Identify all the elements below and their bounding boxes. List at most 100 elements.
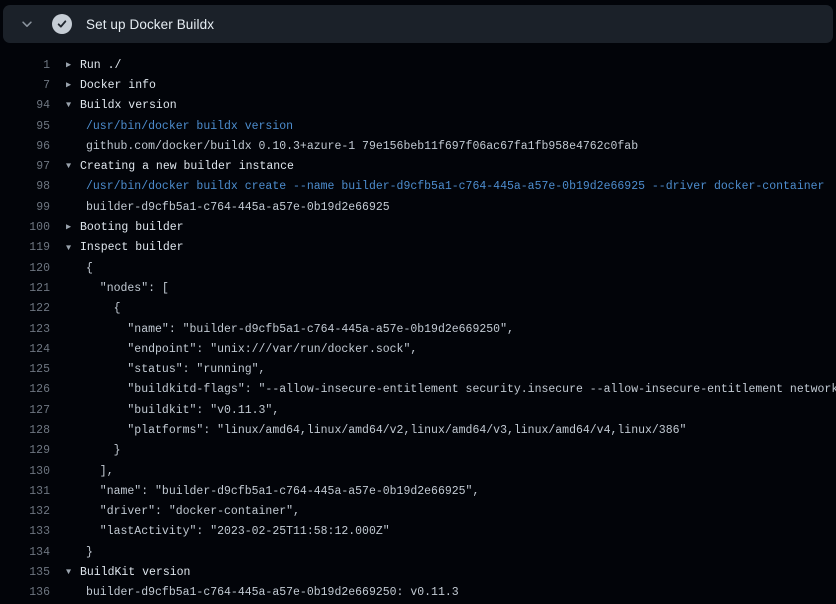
line-number[interactable]: 97 (0, 160, 50, 173)
log-group-header[interactable]: ▼Inspect builder (66, 241, 184, 254)
log-text: "buildkitd-flags": "--allow-insecure-ent… (86, 383, 836, 396)
log-content: "name": "builder-d9cfb5a1-c764-445a-a57e… (66, 323, 514, 336)
log-line: 132 "driver": "docker-container", (0, 502, 836, 522)
line-number[interactable]: 124 (0, 343, 50, 356)
log-text: "nodes": [ (86, 282, 169, 295)
log-content: "buildkitd-flags": "--allow-insecure-ent… (66, 383, 836, 396)
line-number[interactable]: 1 (0, 59, 50, 72)
log-line: 123 "name": "builder-d9cfb5a1-c764-445a-… (0, 319, 836, 339)
log-line: 98/usr/bin/docker buildx create --name b… (0, 177, 836, 197)
log-line: 99 builder-d9cfb5a1-c764-445a-a57e-0b19d2… (0, 197, 836, 217)
line-number[interactable]: 119 (0, 241, 50, 254)
command-text: /usr/bin/docker buildx version (86, 120, 293, 133)
line-number[interactable]: 133 (0, 525, 50, 538)
log-content: "endpoint": "unix:///var/run/docker.sock… (66, 343, 417, 356)
line-number[interactable]: 98 (0, 180, 50, 193)
log-line: 96 github.com/docker/buildx 0.10.3+azure-… (0, 136, 836, 156)
line-number[interactable]: 7 (0, 79, 50, 92)
log-group-header[interactable]: ▶Booting builder (66, 221, 184, 234)
log-group-header[interactable]: ▶Docker info (66, 79, 156, 92)
chevron-expanded-icon[interactable]: ▼ (66, 568, 80, 577)
line-number[interactable]: 121 (0, 282, 50, 295)
log-line: 126 "buildkitd-flags": "--allow-insecure… (0, 380, 836, 400)
line-number[interactable]: 130 (0, 465, 50, 478)
line-number[interactable]: 95 (0, 120, 50, 133)
log-line: 128 "platforms": "linux/amd64,linux/amd6… (0, 420, 836, 440)
line-number[interactable]: 135 (0, 566, 50, 579)
chevron-expanded-icon[interactable]: ▼ (66, 101, 80, 110)
line-number[interactable]: 127 (0, 404, 50, 417)
log-text: "name": "builder-d9cfb5a1-c764-445a-a57e… (86, 323, 514, 336)
chevron-down-icon[interactable] (19, 16, 35, 32)
log-line: 134} (0, 542, 836, 562)
log-line: 121 "nodes": [ (0, 278, 836, 298)
line-number[interactable]: 131 (0, 485, 50, 498)
line-number[interactable]: 122 (0, 302, 50, 315)
log-group-header[interactable]: ▼Creating a new builder instance (66, 160, 294, 173)
log-group-header[interactable]: ▼BuildKit version (66, 566, 190, 579)
log-group-header[interactable]: ▶Run ./ (66, 59, 121, 72)
step-title: Set up Docker Buildx (86, 17, 214, 32)
chevron-collapsed-icon[interactable]: ▶ (66, 81, 80, 90)
log-text: "buildkit": "v0.11.3", (86, 404, 279, 417)
group-title[interactable]: Inspect builder (80, 241, 184, 254)
log-text: "platforms": "linux/amd64,linux/amd64/v2… (86, 424, 686, 437)
chevron-expanded-icon[interactable]: ▼ (66, 244, 80, 253)
log-line: 125 "status": "running", (0, 359, 836, 379)
log-content: { (66, 302, 121, 315)
line-number[interactable]: 94 (0, 99, 50, 112)
status-check-icon (52, 14, 72, 34)
command-text: /usr/bin/docker buildx create --name bui… (86, 180, 824, 193)
log-content: { (66, 262, 93, 275)
log-text: { (86, 262, 93, 275)
group-title[interactable]: Buildx version (80, 99, 177, 112)
log-content: } (66, 546, 93, 559)
line-number[interactable]: 128 (0, 424, 50, 437)
log-line: 131 "name": "builder-d9cfb5a1-c764-445a-… (0, 481, 836, 501)
log-line: 95/usr/bin/docker buildx version (0, 116, 836, 136)
line-number[interactable]: 129 (0, 444, 50, 457)
group-title[interactable]: Run ./ (80, 59, 121, 72)
chevron-collapsed-icon[interactable]: ▶ (66, 223, 80, 232)
line-number[interactable]: 136 (0, 586, 50, 599)
group-title[interactable]: Booting builder (80, 221, 184, 234)
chevron-expanded-icon[interactable]: ▼ (66, 162, 80, 171)
log-text: github.com/docker/buildx 0.10.3+azure-1 … (86, 140, 638, 153)
line-number[interactable]: 100 (0, 221, 50, 234)
log-text: "endpoint": "unix:///var/run/docker.sock… (86, 343, 417, 356)
line-number[interactable]: 126 (0, 383, 50, 396)
line-number[interactable]: 123 (0, 323, 50, 336)
log-content: "driver": "docker-container", (66, 505, 300, 518)
line-number[interactable]: 120 (0, 262, 50, 275)
log-content: /usr/bin/docker buildx create --name bui… (66, 180, 824, 193)
log-line: 129 } (0, 441, 836, 461)
line-number[interactable]: 96 (0, 140, 50, 153)
line-number[interactable]: 132 (0, 505, 50, 518)
log-text: ], (86, 465, 114, 478)
log-line: 124 "endpoint": "unix:///var/run/docker.… (0, 339, 836, 359)
group-title[interactable]: Docker info (80, 79, 156, 92)
log-text: } (86, 546, 93, 559)
log-text: builder-d9cfb5a1-c764-445a-a57e-0b19d2e6… (86, 201, 390, 214)
log-content: ], (66, 465, 114, 478)
log-content: "platforms": "linux/amd64,linux/amd64/v2… (66, 424, 686, 437)
group-title[interactable]: BuildKit version (80, 566, 190, 579)
log-content: /usr/bin/docker buildx version (66, 120, 293, 133)
line-number[interactable]: 99 (0, 201, 50, 214)
chevron-collapsed-icon[interactable]: ▶ (66, 61, 80, 70)
log-content: "name": "builder-d9cfb5a1-c764-445a-a57e… (66, 485, 479, 498)
log-text: "name": "builder-d9cfb5a1-c764-445a-a57e… (86, 485, 479, 498)
group-title[interactable]: Creating a new builder instance (80, 160, 294, 173)
step-header[interactable]: Set up Docker Buildx (3, 5, 833, 43)
log-content: github.com/docker/buildx 0.10.3+azure-1 … (66, 140, 638, 153)
log-content: "lastActivity": "2023-02-25T11:58:12.000… (66, 525, 390, 538)
log-text: { (86, 302, 121, 315)
log-line: 119 ▼Inspect builder (0, 238, 836, 258)
line-number[interactable]: 125 (0, 363, 50, 376)
line-number[interactable]: 134 (0, 546, 50, 559)
log-group-header[interactable]: ▼Buildx version (66, 99, 177, 112)
log-content: "buildkit": "v0.11.3", (66, 404, 279, 417)
log-text: builder-d9cfb5a1-c764-445a-a57e-0b19d2e6… (86, 586, 459, 599)
log-content: } (66, 444, 121, 457)
log-line: 7 ▶Docker info (0, 75, 836, 95)
